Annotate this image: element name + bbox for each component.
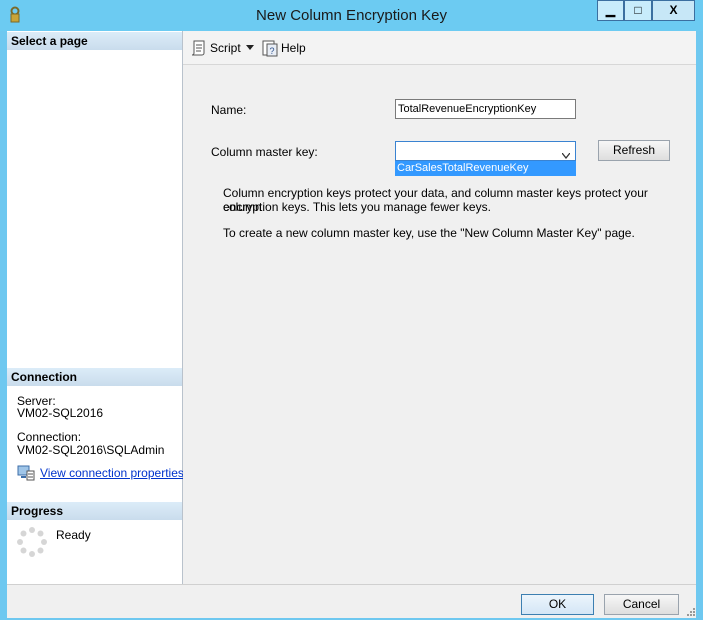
key-lock-icon	[7, 6, 23, 24]
info-text-line2: encryption keys. This lets you manage fe…	[223, 200, 491, 214]
progress-header: Progress	[7, 502, 182, 520]
minimize-button[interactable]: ▁	[597, 0, 624, 21]
ok-button[interactable]: OK	[521, 594, 594, 615]
cmk-dropdown-option[interactable]: CarSalesTotalRevenueKey	[395, 161, 576, 176]
cancel-button[interactable]: Cancel	[604, 594, 679, 615]
server-value: VM02-SQL2016	[17, 406, 104, 420]
name-input[interactable]: TotalRevenueEncryptionKey	[395, 99, 576, 119]
svg-text:?: ?	[270, 46, 275, 56]
cmk-select[interactable]	[395, 141, 576, 161]
spinner-icon	[17, 527, 47, 557]
script-button[interactable]: Script	[210, 39, 241, 57]
help-icon[interactable]: ?	[261, 39, 279, 57]
cmk-label: Column master key:	[211, 145, 318, 159]
chevron-down-icon[interactable]	[561, 148, 571, 160]
name-label: Name:	[211, 103, 247, 117]
maximize-button[interactable]: □	[624, 0, 652, 21]
close-button[interactable]: X	[652, 0, 695, 21]
refresh-button[interactable]: Refresh	[598, 140, 670, 161]
select-page-header: Select a page	[7, 32, 182, 50]
connection-header: Connection	[7, 368, 182, 386]
help-button[interactable]: Help	[281, 39, 306, 57]
connection-value: VM02-SQL2016\SQLAdmin	[17, 443, 165, 457]
resize-grip-icon[interactable]	[686, 606, 696, 616]
connection-properties-icon	[17, 465, 35, 481]
script-dropdown-icon[interactable]	[246, 45, 254, 50]
progress-status: Ready	[56, 528, 91, 542]
toolbar	[183, 31, 696, 65]
view-connection-properties-link[interactable]: View connection properties	[40, 466, 184, 480]
script-icon[interactable]	[190, 39, 208, 57]
connection-label: Connection:	[17, 430, 82, 444]
info-text-line3: To create a new column master key, use t…	[223, 226, 635, 240]
